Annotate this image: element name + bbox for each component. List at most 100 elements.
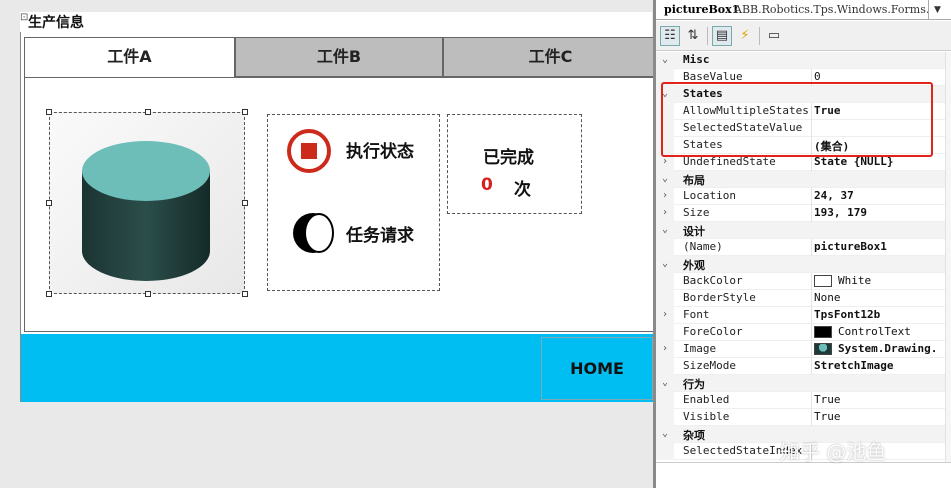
property-value-text: White <box>838 274 872 287</box>
expand-icon[interactable]: › <box>656 341 674 358</box>
collapse-icon[interactable]: ⌄ <box>656 426 674 443</box>
property-value-text: 24, 37 <box>814 189 854 202</box>
property-category[interactable]: ⌄ Misc <box>656 52 945 69</box>
property-name: Visible <box>683 410 730 423</box>
object-selector[interactable]: pictureBox1 ABB.Robotics.Tps.Windows.For… <box>656 0 951 20</box>
property-value-text: True <box>814 410 841 423</box>
property-value[interactable]: White <box>814 274 944 287</box>
chevron-down-icon[interactable]: ▼ <box>928 0 946 20</box>
form-title-bar[interactable]: ⊡ 生产信息 <box>20 12 652 32</box>
collapse-icon[interactable]: ⌄ <box>656 375 674 392</box>
property-value[interactable]: None <box>814 291 944 304</box>
resize-handle-e[interactable] <box>242 200 248 206</box>
property-row[interactable]: Enabled True <box>656 392 945 409</box>
resize-handle-sw[interactable] <box>46 291 52 297</box>
property-value[interactable]: System.Drawing. <box>814 342 944 355</box>
property-row[interactable]: › Image System.Drawing. <box>656 341 945 358</box>
property-row[interactable]: SizeMode StretchImage <box>656 358 945 375</box>
property-value-text: System.Drawing. <box>838 342 938 355</box>
picture-box[interactable] <box>46 109 248 297</box>
property-row[interactable]: › Location 24, 37 <box>656 188 945 205</box>
stop-status-icon[interactable] <box>287 129 331 173</box>
property-row[interactable]: BackColor White <box>656 273 945 290</box>
states-highlight <box>661 82 933 157</box>
property-row[interactable]: › Size 193, 179 <box>656 205 945 222</box>
category-label: 设计 <box>683 225 705 238</box>
properties-icon[interactable]: ▤ <box>712 26 732 46</box>
property-category[interactable]: ⌄ 设计 <box>656 222 945 239</box>
property-value-text: ControlText <box>838 325 911 338</box>
properties-toolbar: ☷ ⇅ ▤ ⚡ ▭ <box>656 21 951 51</box>
property-name: Enabled <box>683 393 730 406</box>
property-category[interactable]: ⌄ 布局 <box>656 171 945 188</box>
expand-icon <box>656 358 674 375</box>
categorized-icon[interactable]: ☷ <box>660 26 680 46</box>
property-row[interactable]: Visible True <box>656 409 945 426</box>
image-thumbnail-icon <box>814 343 832 355</box>
collapse-icon[interactable]: ⌄ <box>656 222 674 239</box>
property-value-text: TpsFont12b <box>814 308 881 321</box>
expand-icon[interactable]: › <box>656 307 674 324</box>
expand-icon <box>656 409 674 426</box>
tab-workpiece-a[interactable]: 工件A <box>24 37 235 78</box>
property-grid-scrollbar[interactable] <box>945 52 951 462</box>
object-name: pictureBox1 <box>664 3 740 16</box>
completed-title: 已完成 <box>483 148 534 168</box>
property-row[interactable]: (Name) pictureBox1 <box>656 239 945 256</box>
property-row[interactable]: › Font TpsFont12b <box>656 307 945 324</box>
property-value[interactable]: 24, 37 <box>814 189 944 202</box>
events-icon[interactable]: ⚡ <box>735 26 755 46</box>
resize-handle-se[interactable] <box>242 291 248 297</box>
property-category[interactable]: ⌄ 行为 <box>656 375 945 392</box>
property-category[interactable]: ⌄ 外观 <box>656 256 945 273</box>
tab-workpiece-b[interactable]: 工件B <box>235 37 443 77</box>
expand-icon <box>656 443 674 460</box>
property-name: BorderStyle <box>683 291 756 304</box>
property-value[interactable]: 193, 179 <box>814 206 944 219</box>
form-canvas[interactable]: 工件A 工件B 工件C 执行状态 任务请求 已完成 0 次 HOME <box>20 32 658 402</box>
expand-icon <box>656 239 674 256</box>
form-title: 生产信息 <box>28 15 84 31</box>
property-value-text: None <box>814 291 841 304</box>
completed-panel: 已完成 0 次 <box>447 114 582 214</box>
property-value[interactable]: StretchImage <box>814 359 944 372</box>
expand-icon[interactable]: › <box>656 205 674 222</box>
property-value[interactable]: ControlText <box>814 325 944 338</box>
property-name: Size <box>683 206 710 219</box>
property-value[interactable]: pictureBox1 <box>814 240 944 253</box>
property-name: BackColor <box>683 274 743 287</box>
toggle-request-icon[interactable] <box>291 211 335 255</box>
property-name: Font <box>683 308 710 321</box>
category-label: 行为 <box>683 378 705 391</box>
home-button[interactable]: HOME <box>541 337 653 400</box>
collapse-icon[interactable]: ⌄ <box>656 171 674 188</box>
property-pages-icon[interactable]: ▭ <box>764 26 784 46</box>
property-value-text: StretchImage <box>814 359 894 372</box>
expand-icon <box>656 392 674 409</box>
tab-strip: 工件A 工件B 工件C <box>24 37 658 78</box>
resize-handle-nw[interactable] <box>46 109 52 115</box>
expand-icon <box>656 273 674 290</box>
property-value[interactable]: True <box>814 410 944 423</box>
watermark: 知乎 @池鱼 <box>780 440 887 464</box>
property-value[interactable]: True <box>814 393 944 406</box>
expand-icon[interactable]: › <box>656 188 674 205</box>
resize-handle-ne[interactable] <box>242 109 248 115</box>
resize-handle-n[interactable] <box>145 109 151 115</box>
property-row[interactable]: ForeColor ControlText <box>656 324 945 341</box>
property-description <box>656 462 951 488</box>
property-value-text: 193, 179 <box>814 206 867 219</box>
completed-count: 0 <box>481 175 493 195</box>
resize-handle-s[interactable] <box>145 291 151 297</box>
collapse-icon[interactable]: ⌄ <box>656 256 674 273</box>
tab-workpiece-c[interactable]: 工件C <box>443 37 658 77</box>
object-type: ABB.Robotics.Tps.Windows.Forms.Pi <box>734 3 929 16</box>
alphabetical-icon[interactable]: ⇅ <box>683 26 703 46</box>
resize-handle-w[interactable] <box>46 200 52 206</box>
form-designer: ⊡ 生产信息 工件A 工件B 工件C 执行状态 任务请求 已完成 0 次 HOM… <box>0 0 658 488</box>
collapse-icon[interactable]: ⌄ <box>656 52 674 69</box>
property-value[interactable]: TpsFont12b <box>814 308 944 321</box>
property-row[interactable]: BorderStyle None <box>656 290 945 307</box>
properties-panel: pictureBox1 ABB.Robotics.Tps.Windows.For… <box>653 0 951 488</box>
designer-window: ⊡ 生产信息 工件A 工件B 工件C 执行状态 任务请求 已完成 0 次 HOM… <box>0 0 951 488</box>
